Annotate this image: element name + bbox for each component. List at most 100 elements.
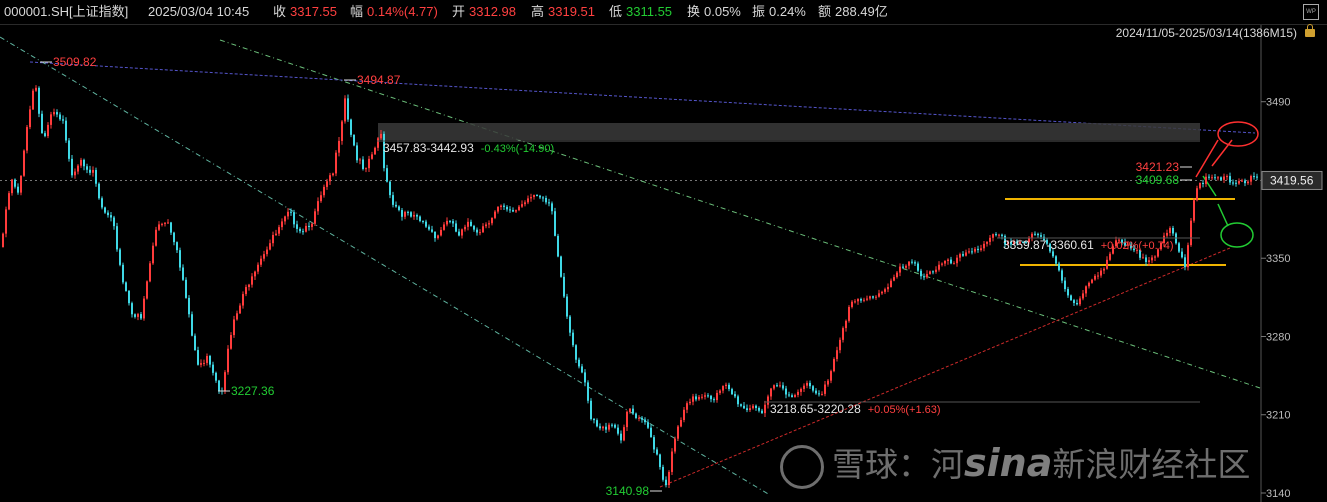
candle-body	[1094, 275, 1096, 280]
candle-body	[47, 124, 49, 137]
candle-body	[803, 385, 805, 389]
candle-body	[566, 296, 568, 317]
candle-body	[740, 404, 742, 406]
chart-window: 3509.82 3494.87 3227.36 3140.98 3421.23 3409.…	[0, 0, 1327, 502]
candle-body	[344, 98, 346, 122]
candle-body	[164, 222, 166, 224]
candle-body	[881, 291, 883, 294]
candle-body	[1208, 176, 1210, 178]
candle-body	[218, 380, 220, 391]
candle-body	[1088, 282, 1090, 287]
candle-body	[374, 147, 376, 155]
candle-body	[101, 198, 103, 208]
gap-zone-box	[378, 123, 1200, 140]
candle-body	[680, 420, 682, 427]
candle-body	[8, 193, 10, 210]
candle-body	[335, 152, 337, 174]
candle-body	[1061, 270, 1063, 281]
candle-body	[626, 411, 628, 428]
candle-body	[506, 206, 508, 210]
candle-body	[854, 301, 856, 303]
candle-body	[986, 241, 988, 244]
candle-body	[575, 345, 577, 360]
close-value: 3317.55	[290, 4, 337, 19]
candle-body	[650, 427, 652, 438]
candle-body	[557, 235, 559, 257]
candle-body	[236, 313, 238, 320]
candle-body	[989, 237, 991, 242]
candle-body	[1214, 177, 1216, 179]
candle-body	[368, 158, 370, 169]
candle-body	[461, 229, 463, 236]
swing-value: 0.24%	[769, 4, 806, 19]
candle-body	[410, 212, 412, 217]
candle-body	[488, 223, 490, 225]
pivot-label: 3509.82	[53, 55, 97, 69]
candle-body	[59, 114, 61, 120]
candle-body	[707, 395, 709, 397]
candle-body	[767, 396, 769, 405]
close-label: 收	[273, 4, 287, 19]
candle-body	[695, 396, 697, 400]
candle-body	[968, 251, 970, 253]
candle-body	[605, 426, 607, 430]
datetime: 2025/03/04 10:45	[148, 4, 250, 19]
candle-body	[665, 479, 667, 486]
candle-body	[1172, 227, 1174, 234]
candle-body	[533, 195, 535, 198]
candle-body	[683, 409, 685, 421]
wp-icon[interactable]: WP	[1303, 4, 1319, 20]
open-label: 开	[452, 4, 466, 19]
candle-body	[842, 328, 844, 340]
pivot-label: 3140.98	[606, 484, 650, 498]
candle-body	[176, 242, 178, 251]
descending-channel-line	[219, 39, 1261, 389]
candle-body	[341, 121, 343, 141]
candle-body	[1193, 200, 1195, 221]
up-arrow-1	[1195, 139, 1219, 178]
candle-body	[1202, 182, 1204, 184]
candle-body	[137, 314, 139, 317]
candle-body	[872, 296, 874, 298]
pivot-label: 3494.87	[357, 73, 401, 87]
candle-body	[797, 391, 799, 395]
candle-body	[923, 276, 925, 278]
candle-body	[1256, 176, 1258, 178]
candle-body	[980, 248, 982, 251]
candle-body	[230, 335, 232, 349]
candlesticks	[2, 85, 1258, 488]
lock-icon[interactable]	[1305, 24, 1315, 37]
gap-range: 3457.83-3442.93	[383, 141, 474, 155]
candle-body	[875, 296, 877, 298]
candle-body	[596, 420, 598, 427]
candle-body	[326, 181, 328, 187]
candle-body	[275, 233, 277, 236]
candle-body	[782, 385, 784, 389]
candle-body	[53, 112, 55, 115]
candle-body	[953, 263, 955, 265]
candle-body	[698, 396, 700, 400]
candle-body	[1238, 181, 1240, 184]
candle-body	[806, 382, 808, 386]
target-up-ellipse	[1217, 121, 1259, 147]
candle-body	[857, 299, 859, 302]
turnover-label: 换	[687, 4, 701, 19]
candle-body	[827, 380, 829, 385]
candle-body	[1106, 259, 1108, 269]
candle-body	[869, 296, 871, 299]
candle-body	[1097, 275, 1099, 277]
candle-body	[815, 390, 817, 394]
gap-range: 3218.65-3220.28	[770, 402, 861, 416]
candle-body	[941, 263, 943, 265]
candle-body	[860, 299, 862, 301]
candle-body	[722, 386, 724, 391]
watermark-brand-2: sina	[964, 441, 1053, 485]
price-chart[interactable]: 3509.82 3494.87 3227.36 3140.98 3421.233409.…	[0, 0, 1327, 502]
high-value: 3319.51	[548, 4, 595, 19]
symbol[interactable]: 000001.SH[上证指数]	[4, 0, 128, 24]
candle-body	[1241, 180, 1243, 182]
candle-body	[713, 399, 715, 401]
candle-body	[509, 209, 511, 211]
pivot-labels: 3509.82 3494.87 3227.36 3140.98 3421.233409.…	[40, 55, 1192, 498]
candle-body	[776, 385, 778, 387]
